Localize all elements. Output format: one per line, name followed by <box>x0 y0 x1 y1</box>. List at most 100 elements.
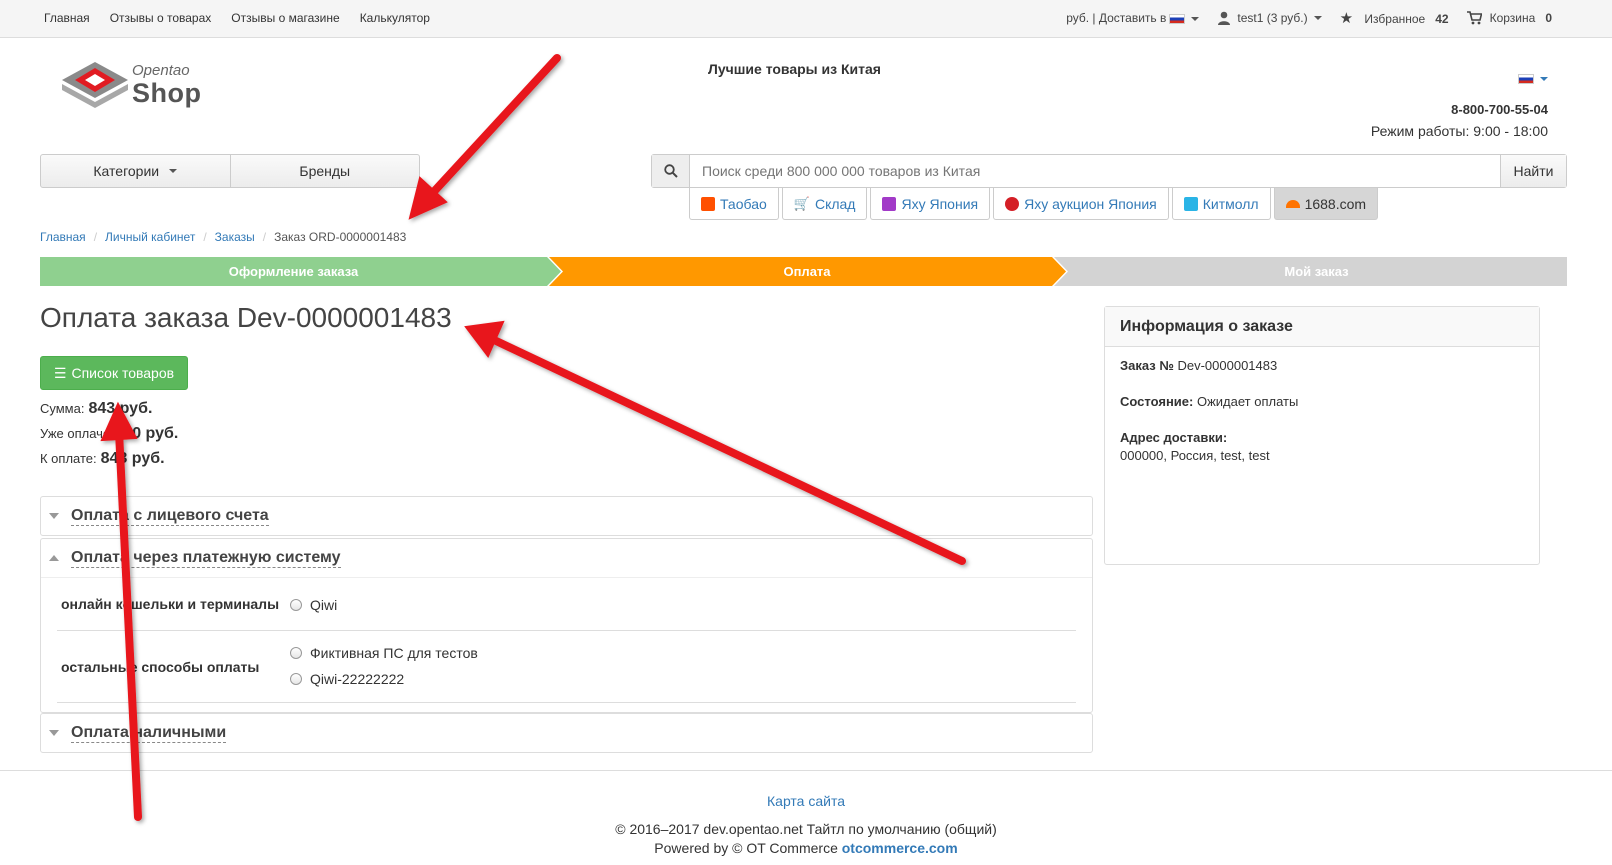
payment-option-label: Qiwi <box>310 597 338 613</box>
payment-group-label: остальные способы оплаты <box>61 658 260 675</box>
step-payment: Оплата <box>783 264 831 279</box>
breadcrumb-separator: / <box>93 230 98 244</box>
due-label: К оплате: <box>40 451 97 466</box>
provider-label: Китмолл <box>1202 195 1259 212</box>
order-sums: Сумма: 843 руб. Уже оплачено: 0 руб. К опл… <box>40 400 178 475</box>
chevron-up-icon <box>49 555 59 561</box>
order-info-body: Заказ № Dev-0000001483 Состояние: Ожидае… <box>1105 347 1539 493</box>
footer-powered-label: Powered by © OT Commerce <box>654 840 838 856</box>
top-nav-calculator[interactable]: Калькулятор <box>360 11 430 25</box>
favorites-count: 42 <box>1435 12 1449 26</box>
product-list-button[interactable]: ☰ Список товаров <box>40 356 188 390</box>
breadcrumb-home[interactable]: Главная <box>40 230 86 244</box>
provider-label: Яху Япония <box>901 195 979 212</box>
provider-label: 1688.com <box>1304 195 1367 212</box>
otcommerce-link[interactable]: otcommerce.com <box>842 840 958 856</box>
step-checkout: Оформление заказа <box>228 264 359 279</box>
russia-flag-icon <box>1518 74 1534 85</box>
annotation-arrow-head <box>464 320 505 358</box>
payment-system-header[interactable]: Оплата через платежную систему <box>41 539 1092 577</box>
sitemap-link[interactable]: Карта сайта <box>767 793 845 809</box>
due-row: К оплате: 843 руб. <box>40 450 178 475</box>
breadcrumb-orders[interactable]: Заказы <box>215 230 255 244</box>
payment-system-panel: Оплата через платежную систему онлайн ко… <box>40 538 1093 713</box>
payment-account-header[interactable]: Оплата с лицевого счета <box>41 497 1092 535</box>
favorites-link[interactable]: ★ Избранное 42 <box>1340 9 1449 27</box>
yahoo-icon <box>882 196 897 211</box>
currency-delivery-label: руб. | Доставить в <box>1066 11 1167 25</box>
logo-mark-icon <box>62 62 128 108</box>
payment-option-qiwi-2[interactable]: Qiwi-22222222 <box>290 666 1076 692</box>
currency-delivery-selector[interactable]: руб. | Доставить в <box>1066 11 1200 25</box>
working-hours: Режим работы: 9:00 - 18:00 <box>1370 123 1548 139</box>
cart-link[interactable]: Корзина 0 <box>1466 11 1552 26</box>
search-button[interactable]: Найти <box>1500 155 1566 187</box>
footer-powered: Powered by © OT Commerce otcommerce.com <box>0 840 1612 856</box>
categories-label: Категории <box>93 163 160 179</box>
page-title: Оплата заказа Dev-0000001483 <box>40 302 452 333</box>
order-info-panel: Информация о заказе Заказ № Dev-00000014… <box>1104 306 1540 565</box>
provider-tab-1688[interactable]: 1688.com <box>1273 188 1379 220</box>
due-value: 843 руб. <box>100 450 165 467</box>
user-menu[interactable]: test1 (3 руб.) <box>1217 10 1322 26</box>
search-input[interactable] <box>690 155 1500 187</box>
categories-dropdown[interactable]: Категории <box>41 155 230 187</box>
product-list-button-label: Список товаров <box>71 365 175 381</box>
payment-account-panel: Оплата с лицевого счета <box>40 496 1093 536</box>
radio-button[interactable] <box>290 647 302 659</box>
brands-link[interactable]: Бренды <box>229 155 420 187</box>
cart-icon <box>1466 11 1483 25</box>
payment-cash-panel: Оплата наличными <box>40 713 1093 753</box>
top-nav-shop-reviews[interactable]: Отзывы о магазине <box>231 11 339 25</box>
header-contacts: 8-800-700-55-04 Режим работы: 9:00 - 18:… <box>1371 70 1548 139</box>
radio-button[interactable] <box>290 599 302 611</box>
order-number-value: Dev-0000001483 <box>1177 358 1278 373</box>
payment-cash-header[interactable]: Оплата наличными <box>41 714 1092 752</box>
chevron-down-icon <box>49 730 59 736</box>
top-bar: Главная Отзывы о товарах Отзывы о магази… <box>0 0 1612 38</box>
payment-group-label: онлайн кошельки и терминалы <box>61 596 280 612</box>
chevron-down-icon <box>1191 16 1200 21</box>
radio-button[interactable] <box>290 673 302 685</box>
checkout-steps: Оформление заказа Оплата Мой заказ <box>40 257 1567 286</box>
list-icon: ☰ <box>53 364 67 381</box>
provider-label: Яху аукцион Япония <box>1024 195 1157 212</box>
top-nav: Главная Отзывы о товарах Отзывы о магази… <box>44 11 430 25</box>
favorites-label: Избранное <box>1364 12 1426 26</box>
provider-tab-tmall[interactable]: Китмолл <box>1171 188 1271 220</box>
provider-tab-yahoo-auction[interactable]: Яху аукцион Япония <box>993 188 1169 220</box>
payment-account-title: Оплата с лицевого счета <box>71 506 269 526</box>
provider-label: Склад <box>814 195 856 212</box>
user-name: test1 (3 руб.) <box>1237 10 1308 25</box>
chevron-down-icon <box>49 513 59 519</box>
alibaba-1688-icon <box>1285 199 1300 208</box>
payment-system-body: онлайн кошельки и терминалы Qiwi остальн… <box>41 577 1092 712</box>
provider-tabs: Таобао 🛒 Склад Яху Япония Яху аукцион Япо… <box>689 188 1379 220</box>
logo-text-top: Opentao <box>132 62 190 79</box>
payment-group-wallets: онлайн кошельки и терминалы Qiwi <box>57 578 1076 631</box>
payment-group-other: остальные способы оплаты Фиктивная ПС дл… <box>57 631 1076 703</box>
order-address-label: Адрес доставки: <box>1120 430 1228 445</box>
annotation-arrow <box>424 54 561 202</box>
phone-number: 8-800-700-55-04 <box>1451 102 1548 117</box>
payment-option-test[interactable]: Фиктивная ПС для тестов <box>290 640 1076 666</box>
language-selector[interactable] <box>1371 70 1548 86</box>
user-icon <box>1218 12 1231 26</box>
search-icon[interactable] <box>652 155 690 187</box>
footer-copyright: © 2016–2017 dev.opentao.net Тайтл по умо… <box>615 821 997 837</box>
payment-option-label: Qiwi-22222222 <box>310 671 405 687</box>
provider-tab-yahoo-japan[interactable]: Яху Япония <box>870 188 991 220</box>
order-status-row: Состояние: Ожидает оплаты <box>1120 393 1524 411</box>
top-nav-product-reviews[interactable]: Отзывы о товарах <box>110 11 212 25</box>
taobao-icon <box>701 196 715 211</box>
panel-padding <box>57 703 1076 712</box>
paid-label: Уже оплачено: <box>40 426 129 441</box>
site-logo[interactable]: Opentao Shop <box>60 60 202 115</box>
top-nav-home[interactable]: Главная <box>44 11 90 25</box>
top-right: руб. | Доставить в test1 (3 руб.) ★ Избр… <box>1066 9 1552 27</box>
payment-option-qiwi[interactable]: Qiwi <box>290 592 1076 618</box>
logo-text-bottom: Shop <box>132 78 202 108</box>
provider-tab-taobao[interactable]: Таобао <box>689 188 779 220</box>
provider-tab-warehouse[interactable]: 🛒 Склад <box>781 188 868 220</box>
breadcrumb-account[interactable]: Личный кабинет <box>105 230 195 244</box>
